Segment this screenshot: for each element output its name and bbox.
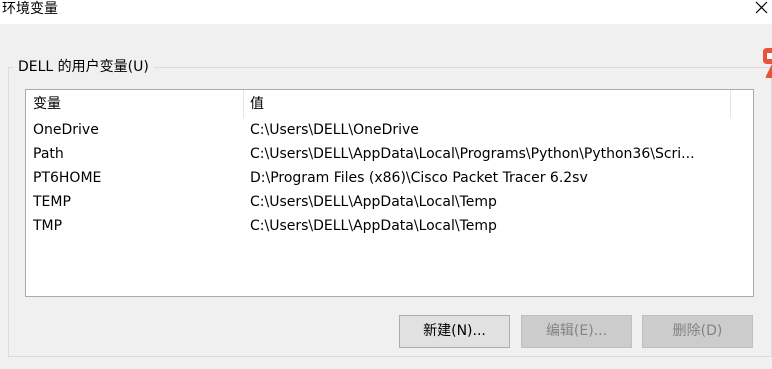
variable-value: D:\Program Files (x86)\Cisco Packet Trac… [250, 170, 588, 186]
edge-badge-icon [763, 48, 772, 78]
variable-value: C:\Users\DELL\AppData\Local\Temp [250, 218, 497, 234]
variable-name: Path [33, 146, 64, 162]
column-divider[interactable] [730, 90, 731, 118]
title-bar: 环境变量 [0, 0, 772, 24]
table-row[interactable]: TMP C:\Users\DELL\AppData\Local\Temp [26, 214, 753, 238]
table-row[interactable]: Path C:\Users\DELL\AppData\Local\Program… [26, 142, 753, 166]
window-title: 环境变量 [2, 1, 58, 17]
edit-button[interactable]: 编辑(E)... [521, 315, 632, 348]
variable-value: C:\Users\DELL\OneDrive [250, 122, 419, 138]
table-row[interactable]: TEMP C:\Users\DELL\AppData\Local\Temp [26, 190, 753, 214]
variable-name: OneDrive [33, 122, 99, 138]
variable-name: TMP [33, 218, 63, 234]
new-button[interactable]: 新建(N)... [399, 315, 510, 348]
list-header: 变量 值 [26, 90, 753, 118]
variable-name: TEMP [33, 194, 71, 210]
close-icon [755, 1, 768, 14]
user-variables-list[interactable]: 变量 值 OneDrive C:\Users\DELL\OneDrive Pat… [25, 89, 754, 297]
table-row[interactable]: PT6HOME D:\Program Files (x86)\Cisco Pac… [26, 166, 753, 190]
variable-value: C:\Users\DELL\AppData\Local\Temp [250, 194, 497, 210]
column-header-variable[interactable]: 变量 [33, 90, 243, 118]
table-row[interactable]: OneDrive C:\Users\DELL\OneDrive [26, 118, 753, 142]
close-button[interactable] [750, 0, 772, 18]
column-header-value[interactable]: 值 [250, 90, 730, 118]
user-variables-label: DELL 的用户变量(U) [13, 58, 154, 76]
delete-button[interactable]: 删除(D) [642, 315, 753, 348]
variable-value: C:\Users\DELL\AppData\Local\Programs\Pyt… [250, 146, 695, 162]
column-divider[interactable] [243, 90, 244, 118]
variable-name: PT6HOME [33, 170, 102, 186]
